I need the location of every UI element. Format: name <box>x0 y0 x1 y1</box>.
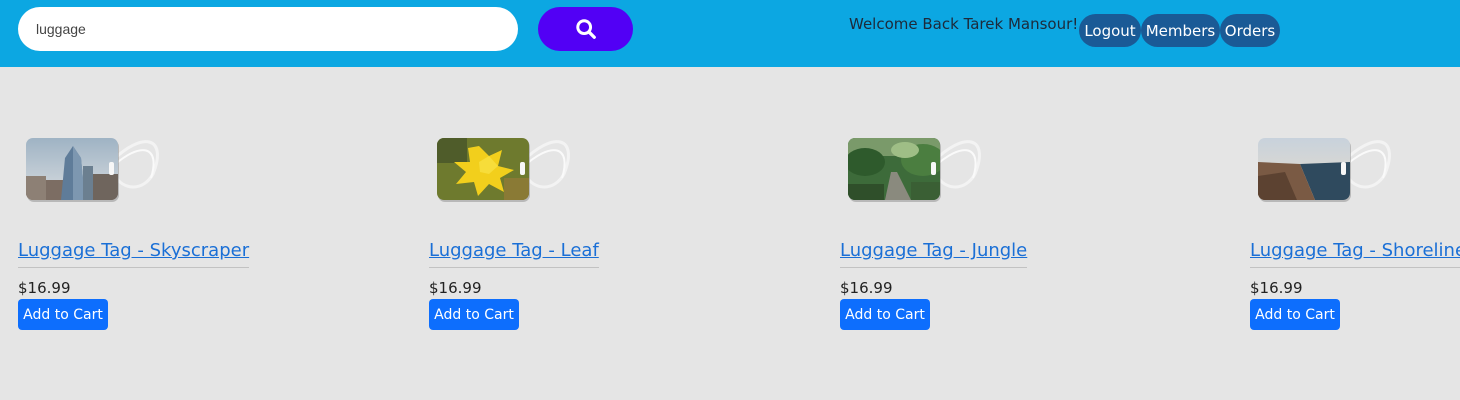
product-card: Luggage Tag - Jungle $16.99 Add to Cart <box>840 122 1070 332</box>
search-input[interactable] <box>18 7 518 51</box>
logout-button[interactable]: Logout <box>1079 14 1141 47</box>
product-price: $16.99 <box>429 279 482 297</box>
shoreline-tag-image[interactable] <box>1255 132 1405 212</box>
product-card: Luggage Tag - Leaf $16.99 Add to Cart <box>429 122 659 332</box>
product-card: Luggage Tag - Shoreline $16.99 Add to Ca… <box>1250 122 1460 332</box>
add-to-cart-button[interactable]: Add to Cart <box>18 299 108 330</box>
search-icon <box>575 19 596 39</box>
top-header: Welcome Back Tarek Mansour! Logout Membe… <box>0 0 1460 67</box>
add-to-cart-button[interactable]: Add to Cart <box>429 299 519 330</box>
jungle-tag-image[interactable] <box>845 132 995 212</box>
orders-button[interactable]: Orders <box>1220 14 1280 47</box>
skyscraper-tag-image[interactable] <box>23 132 173 212</box>
product-title-link[interactable]: Luggage Tag - Skyscraper <box>18 240 250 268</box>
add-to-cart-button[interactable]: Add to Cart <box>840 299 930 330</box>
product-title-link[interactable]: Luggage Tag - Jungle <box>840 240 1028 268</box>
product-card: Luggage Tag - Skyscraper $16.99 Add to C… <box>18 122 250 332</box>
add-to-cart-button[interactable]: Add to Cart <box>1250 299 1340 330</box>
search-button[interactable] <box>538 7 633 51</box>
product-title-link[interactable]: Luggage Tag - Shoreline <box>1250 240 1460 268</box>
product-title-link[interactable]: Luggage Tag - Leaf <box>429 240 599 268</box>
leaf-tag-image[interactable] <box>434 132 584 212</box>
members-button[interactable]: Members <box>1141 14 1220 47</box>
product-price: $16.99 <box>840 279 893 297</box>
welcome-message: Welcome Back Tarek Mansour! <box>849 15 1079 33</box>
product-price: $16.99 <box>18 279 71 297</box>
product-price: $16.99 <box>1250 279 1303 297</box>
